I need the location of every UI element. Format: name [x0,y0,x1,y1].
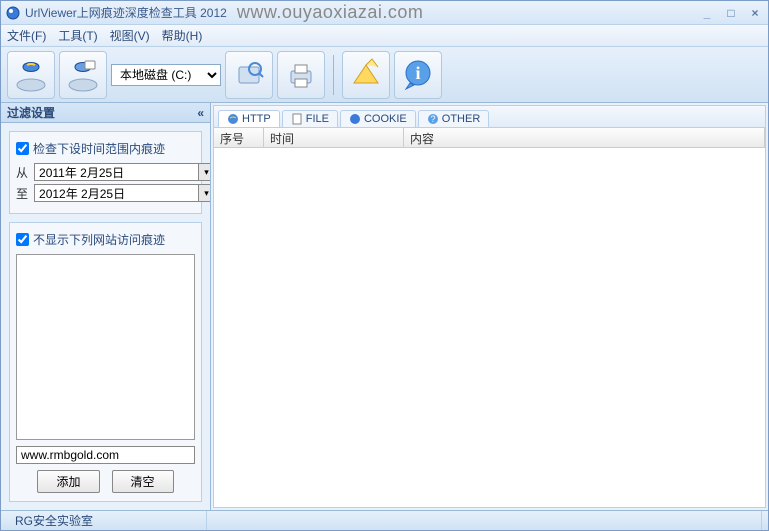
print-button[interactable] [277,51,325,99]
main-panel: HTTP FILE COOKIE ? OTHER 序号 时间 内容 [213,105,766,508]
question-icon: ? [427,113,439,125]
menu-file[interactable]: 文件(F) [7,27,46,44]
body-area: 过滤设置 « 检查下设时间范围内痕迹 从 ▾ [1,103,768,510]
watermark-text: www.ouyaoxiazai.com [237,2,424,23]
from-date-picker-button[interactable]: ▾ [199,163,210,181]
cookie-icon [349,113,361,125]
svg-text:?: ? [430,114,435,124]
app-icon [5,5,21,21]
scan-button[interactable] [225,51,273,99]
tab-cookie[interactable]: COOKIE [340,110,416,127]
sidebar-collapse-button[interactable]: « [197,106,204,120]
tab-file[interactable]: FILE [282,110,338,127]
tab-http[interactable]: HTTP [218,110,280,127]
to-label: 至 [16,185,28,202]
clear-button[interactable]: 清空 [112,470,174,493]
exclude-checkbox[interactable] [16,233,29,246]
status-empty [207,511,762,530]
list-header: 序号 时间 内容 [214,128,765,148]
main-window: UrlViewer上网痕迹深度检查工具 2012 www.ouyaoxiazai… [0,0,769,531]
tab-other[interactable]: ? OTHER [418,110,490,127]
to-date-picker-button[interactable]: ▾ [199,184,210,202]
sidebar-header: 过滤设置 « [1,103,210,123]
toolbar: 本地磁盘 (C:) i [1,47,768,103]
from-label: 从 [16,164,28,181]
filter-body: 检查下设时间范围内痕迹 从 ▾ 至 ▾ [1,123,210,510]
column-seq[interactable]: 序号 [214,128,264,147]
toolbar-separator [333,55,334,95]
window-controls: _ □ × [698,5,764,21]
favorites-button[interactable] [342,51,390,99]
exclude-listbox[interactable] [16,254,195,440]
titlebar: UrlViewer上网痕迹深度检查工具 2012 www.ouyaoxiazai… [1,1,768,25]
menubar: 文件(F) 工具(T) 视图(V) 帮助(H) [1,25,768,47]
statusbar: RG安全实验室 [1,510,768,530]
time-filter-label: 检查下设时间范围内痕迹 [33,140,165,157]
add-button[interactable]: 添加 [37,470,99,493]
exclude-label: 不显示下列网站访问痕迹 [33,231,165,248]
menu-help[interactable]: 帮助(H) [162,27,203,44]
file-icon [291,113,303,125]
time-filter-checkbox[interactable] [16,142,29,155]
ie-icon [227,113,239,125]
maximize-button[interactable]: □ [722,5,740,21]
tab-bar: HTTP FILE COOKIE ? OTHER [214,106,765,128]
menu-tools[interactable]: 工具(T) [58,27,97,44]
time-filter-group: 检查下设时间范围内痕迹 从 ▾ 至 ▾ [9,131,202,214]
sidebar-title: 过滤设置 [7,104,55,121]
from-date-input[interactable] [34,163,199,181]
close-button[interactable]: × [746,5,764,21]
info-button[interactable]: i [394,51,442,99]
filter-sidebar: 过滤设置 « 检查下设时间范围内痕迹 从 ▾ [1,103,211,510]
svg-text:i: i [415,63,420,83]
window-title: UrlViewer上网痕迹深度检查工具 2012 [25,4,227,21]
column-time[interactable]: 时间 [264,128,404,147]
minimize-button[interactable]: _ [698,5,716,21]
ie-cache-button[interactable] [59,51,107,99]
drive-select[interactable]: 本地磁盘 (C:) [111,64,221,86]
to-date-input[interactable] [34,184,199,202]
exclude-url-input[interactable] [16,446,195,464]
status-lab: RG安全实验室 [7,511,207,530]
list-body[interactable] [214,148,765,507]
menu-view[interactable]: 视图(V) [110,27,150,44]
ie-history-button[interactable] [7,51,55,99]
exclude-group: 不显示下列网站访问痕迹 添加 清空 [9,222,202,502]
column-content[interactable]: 内容 [404,128,765,147]
